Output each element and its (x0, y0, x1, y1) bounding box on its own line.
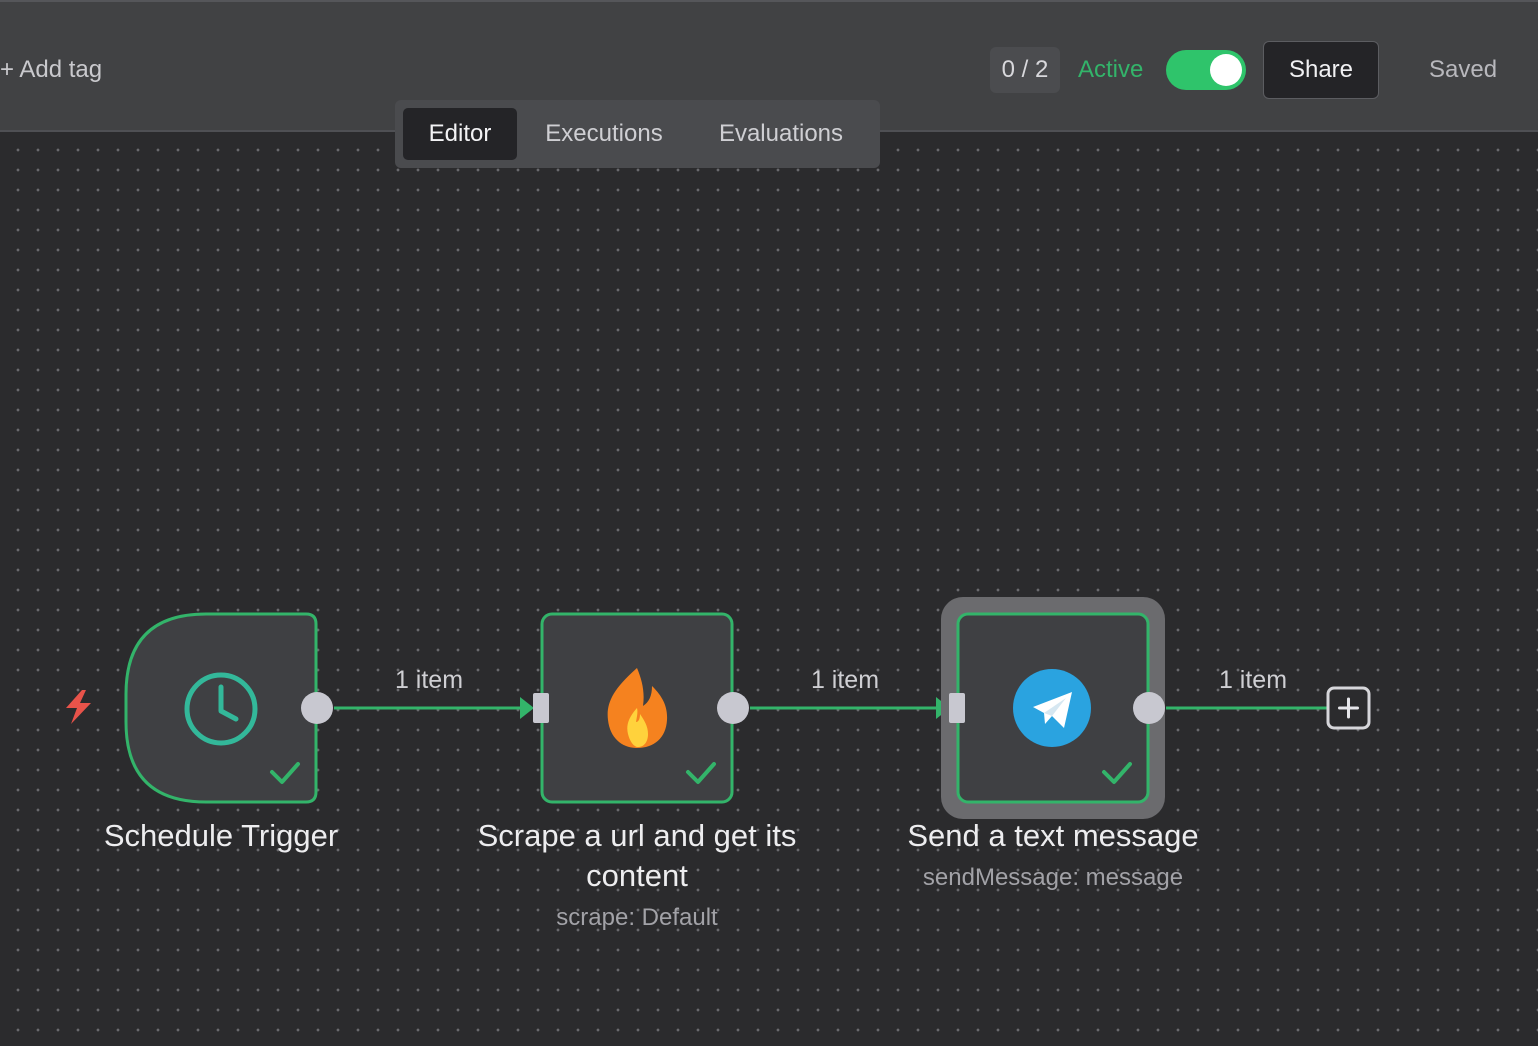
node-subtitle-send-text-message: sendMessage: message (922, 864, 1184, 891)
trigger-bolt-icon (66, 690, 91, 724)
output-handle[interactable] (301, 692, 333, 724)
node-subtitle-scrape: scrape: Default (556, 904, 718, 931)
add-node-button[interactable] (1326, 686, 1371, 730)
edge-label: 1 item (810, 666, 880, 694)
node-title-line: content (586, 858, 688, 893)
node-title-schedule-trigger: Schedule Trigger (103, 818, 339, 853)
output-handle[interactable] (717, 692, 749, 724)
output-handle[interactable] (1133, 692, 1165, 724)
edge-label: 1 item (1218, 666, 1288, 694)
edge-label: 1 item (394, 666, 464, 694)
node-title-scrape: Scrape a url and get its content (437, 816, 837, 896)
node-title-line: Scrape a url and get its (477, 818, 797, 853)
input-handle[interactable] (949, 693, 965, 723)
input-handle[interactable] (533, 693, 549, 723)
telegram-icon (1013, 669, 1091, 747)
node-title-send-text-message: Send a text message (907, 818, 1199, 853)
connection-1-arrow (520, 697, 534, 719)
